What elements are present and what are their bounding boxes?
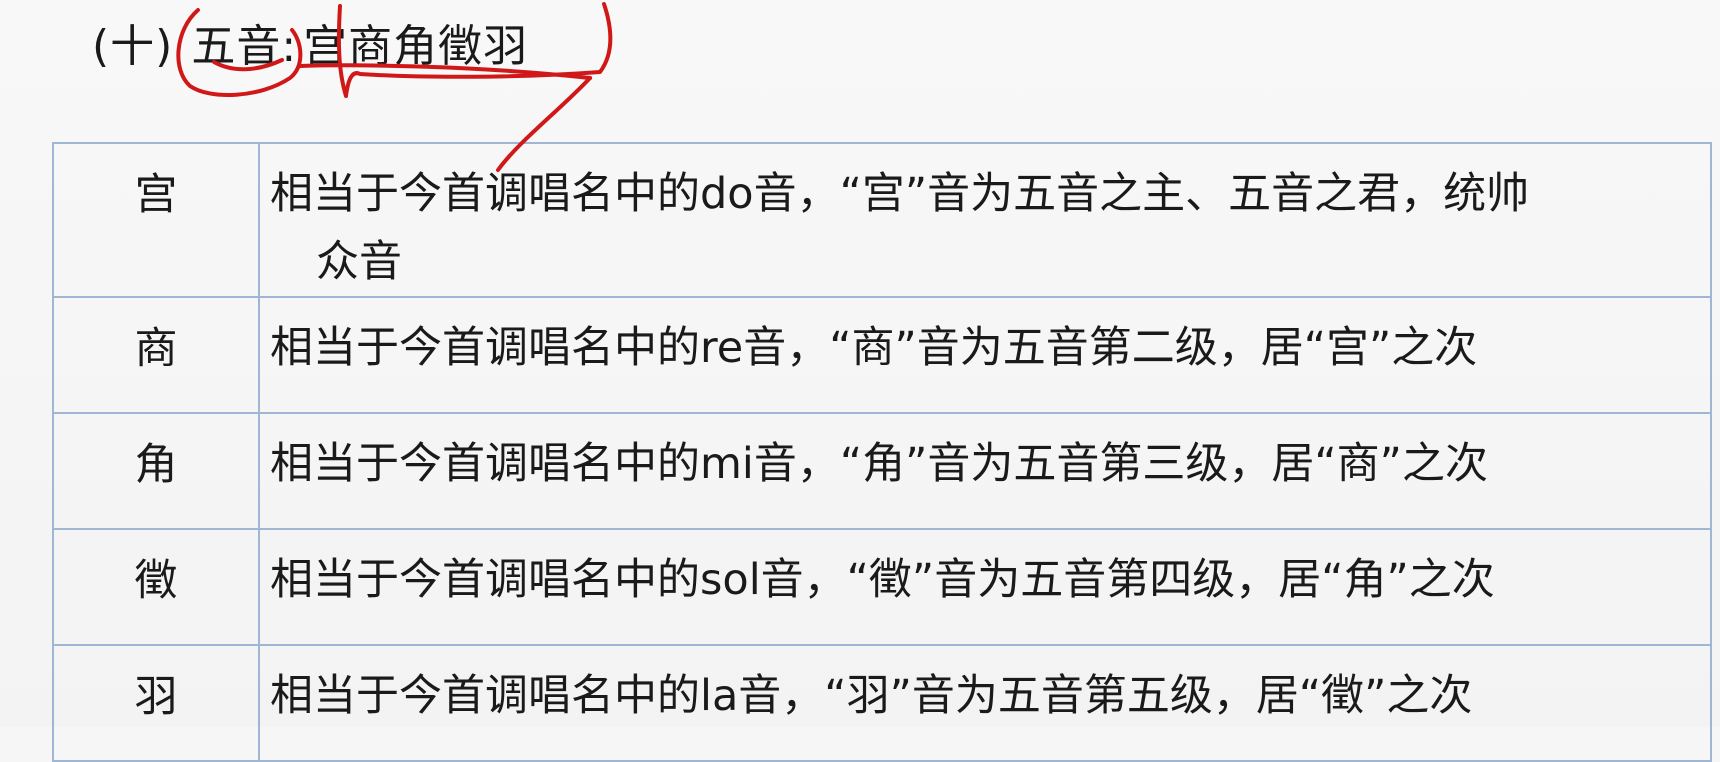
section-topic: 五音: [191, 21, 298, 72]
table-row: 羽 相当于今首调唱名中的la音，“羽”音为五音第五级，居“徵”之次 [52, 644, 1712, 762]
table-row: 宫 相当于今首调唱名中的do音，“宫”音为五音之主、五音之君，统帅 众音 [52, 142, 1712, 298]
note-desc-line1: 相当于今首调唱名中的do音，“宫”音为五音之主、五音之君，统帅 [270, 169, 1530, 219]
section-number: (十) [92, 21, 174, 72]
note-desc-cell: 相当于今首调唱名中的mi音，“角”音为五音第三级，居“商”之次 [258, 412, 1712, 530]
table-row: 商 相当于今首调唱名中的re音，“商”音为五音第二级，居“宫”之次 [52, 296, 1712, 414]
note-name-cell: 宫 [52, 142, 260, 298]
five-notes-table: 宫 相当于今首调唱名中的do音，“宫”音为五音之主、五音之君，统帅 众音 商 相… [52, 142, 1712, 762]
table-row: 角 相当于今首调唱名中的mi音，“角”音为五音第三级，居“商”之次 [52, 412, 1712, 530]
section-heading: (十) 五音: 宫商角徵羽 [92, 12, 528, 82]
note-name-cell: 角 [52, 412, 260, 530]
note-desc-cell: 相当于今首调唱名中的sol音，“徵”音为五音第四级，居“角”之次 [258, 528, 1712, 646]
note-desc-cell: 相当于今首调唱名中的la音，“羽”音为五音第五级，居“徵”之次 [258, 644, 1712, 762]
five-notes-list: 宫商角徵羽 [303, 21, 529, 72]
table-row: 徵 相当于今首调唱名中的sol音，“徵”音为五音第四级，居“角”之次 [52, 528, 1712, 646]
note-desc-cell: 相当于今首调唱名中的do音，“宫”音为五音之主、五音之君，统帅 众音 [258, 142, 1712, 298]
note-name-cell: 商 [52, 296, 260, 414]
slide-page: (十) 五音: 宫商角徵羽 宫 相当于今首调唱名中的do音，“宫”音为五音之主、五音… [0, 0, 1720, 762]
note-name-cell: 徵 [52, 528, 260, 646]
note-desc-line2: 众音 [316, 237, 402, 287]
note-name-cell: 羽 [52, 644, 260, 762]
note-desc-cell: 相当于今首调唱名中的re音，“商”音为五音第二级，居“宫”之次 [258, 296, 1712, 414]
